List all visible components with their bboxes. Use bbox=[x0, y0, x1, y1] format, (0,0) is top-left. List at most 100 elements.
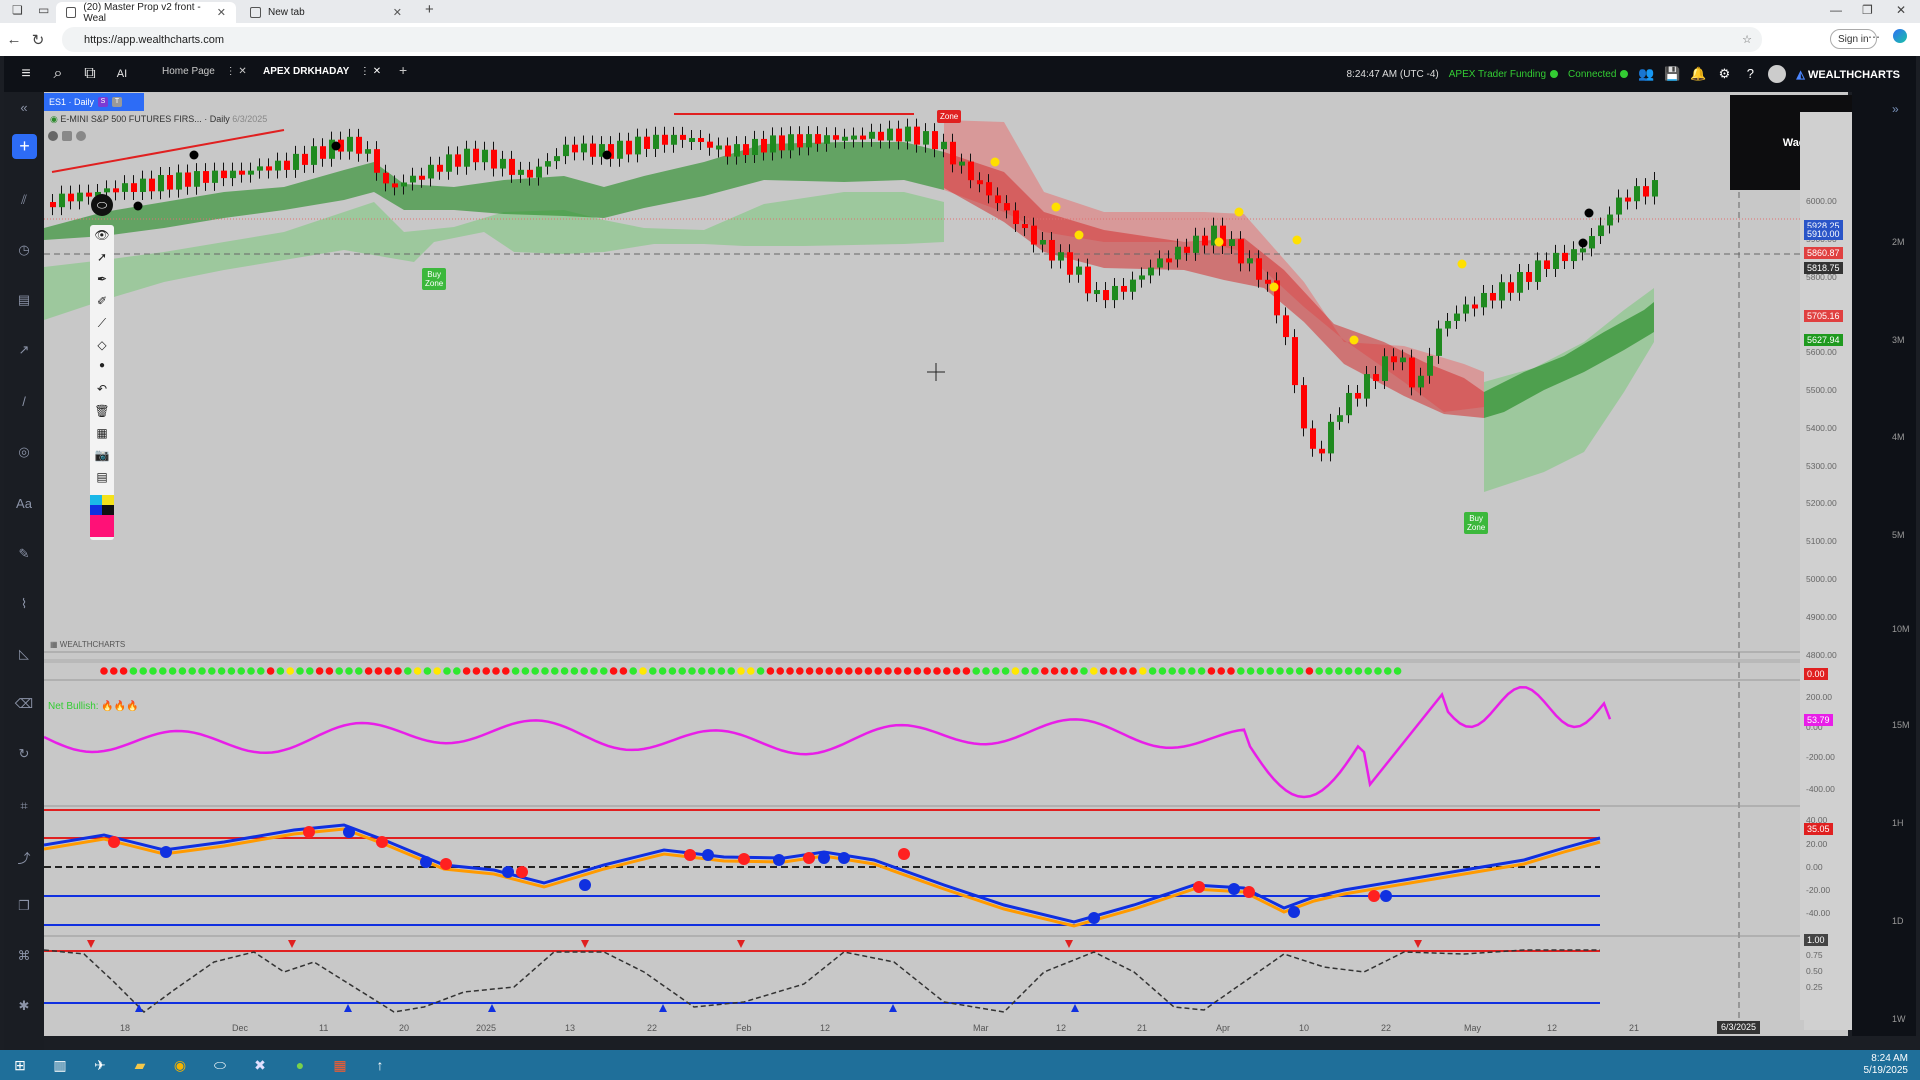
browser-tab-active[interactable]: (20) Master Prop v2 front - Weal ✕ bbox=[56, 2, 236, 24]
gear-icon[interactable]: ⚙ bbox=[1716, 66, 1732, 82]
eraser-tool-icon[interactable]: ◇ bbox=[90, 338, 114, 352]
tab-home-page[interactable]: Home Page ⋮ ✕ bbox=[162, 66, 247, 77]
pin-app-icon[interactable]: ⬭ bbox=[200, 1057, 240, 1074]
pencil-icon[interactable]: ✎ bbox=[4, 546, 44, 562]
reload-icon[interactable]: ↻ bbox=[26, 31, 50, 49]
tab-apex-drkhaday[interactable]: APEX DRKHADAY ⋮ ✕ bbox=[263, 66, 381, 77]
folder-icon[interactable]: ▰ bbox=[120, 1057, 160, 1074]
address-bar[interactable]: https://app.wealthcharts.com ☆ bbox=[62, 27, 1762, 52]
clock-icon[interactable]: ◷ bbox=[4, 242, 44, 258]
pen-icon[interactable]: ✒ bbox=[90, 272, 114, 286]
chart-canvas[interactable] bbox=[43, 92, 1848, 1036]
chart-expand-icon[interactable] bbox=[62, 131, 72, 141]
back-icon[interactable]: ← bbox=[2, 31, 26, 48]
ninja-app-icon[interactable]: ▦ bbox=[320, 1057, 360, 1074]
undo-icon[interactable]: ↶ bbox=[90, 382, 114, 396]
indicator-icon[interactable]: ⌗ bbox=[4, 798, 44, 814]
explorer-icon[interactable]: ▥ bbox=[40, 1057, 80, 1074]
maximize-icon[interactable]: ❐ bbox=[1862, 3, 1873, 17]
text-tool-icon[interactable]: Aa bbox=[4, 496, 44, 511]
chart-type-icon[interactable]: ⫽ bbox=[4, 192, 44, 208]
sync-icon[interactable]: ↻ bbox=[4, 746, 44, 762]
timeframe-tick[interactable]: 5M bbox=[1892, 530, 1905, 540]
search-icon[interactable]: ⌕ bbox=[42, 65, 74, 83]
expand-right-icon[interactable]: » bbox=[1892, 102, 1899, 116]
avatar[interactable] bbox=[1768, 65, 1787, 83]
save-icon[interactable]: 💾 bbox=[1664, 66, 1680, 82]
trend-icon[interactable]: ↗ bbox=[4, 342, 44, 358]
dot-icon[interactable]: ● bbox=[90, 360, 114, 371]
camera-icon[interactable]: 📷 bbox=[90, 448, 114, 462]
chart-visibility-icon[interactable] bbox=[76, 131, 86, 141]
calendar-icon[interactable]: ▤ bbox=[4, 292, 44, 308]
browser-tab-new[interactable]: New tab ✕ bbox=[240, 2, 412, 23]
eye-icon[interactable]: 👁 bbox=[90, 228, 114, 242]
notes-icon[interactable]: ▤ bbox=[90, 470, 114, 484]
measure-icon[interactable]: ◺ bbox=[4, 646, 44, 662]
timeframe-tick[interactable]: 1H bbox=[1892, 818, 1904, 828]
crossover-dot bbox=[1288, 906, 1300, 918]
line-tool-icon[interactable]: / bbox=[4, 394, 44, 409]
menu-icon[interactable]: ≡ bbox=[10, 65, 42, 83]
tab-actions-icon[interactable]: ▭ bbox=[38, 3, 49, 17]
price-tick: 5600.00 bbox=[1806, 347, 1837, 358]
drawing-tools-toggle[interactable]: ⬭ bbox=[91, 194, 113, 216]
collapse-panel-icon[interactable]: « bbox=[4, 100, 44, 115]
close-tab-icon[interactable]: ✕ bbox=[217, 6, 226, 19]
settings-small-icon[interactable]: ✱ bbox=[4, 998, 44, 1014]
timeframe-tick[interactable]: 1D bbox=[1892, 916, 1904, 926]
workspaces-icon[interactable]: ❏ bbox=[12, 3, 23, 17]
time-axis[interactable]: 18 Dec 11 20 2025 13 22 Feb 12 Mar 12 21 Apr 10 22 May 1… bbox=[44, 1020, 1804, 1036]
bell-icon[interactable]: 🔔 bbox=[1690, 66, 1706, 82]
timeframe-tick[interactable]: 15M bbox=[1892, 720, 1910, 730]
magnet-icon[interactable]: ⌘ bbox=[4, 948, 44, 964]
timeframe-tick[interactable]: 2M bbox=[1892, 237, 1905, 247]
browser-menu-icon[interactable]: ⋯ bbox=[1868, 30, 1880, 44]
connection-status[interactable]: Connected bbox=[1568, 69, 1629, 80]
badge-s[interactable]: S bbox=[98, 97, 109, 107]
price-axis[interactable]: 6000.005900.005800.005700.005600.005500.… bbox=[1800, 112, 1852, 1030]
chrome-icon[interactable]: ◉ bbox=[160, 1057, 200, 1074]
close-tab-icon[interactable]: ✕ bbox=[393, 6, 402, 19]
chart-settings-icon[interactable] bbox=[48, 131, 58, 141]
color-palette[interactable] bbox=[90, 495, 114, 541]
close-window-icon[interactable]: ✕ bbox=[1896, 3, 1906, 17]
bookmark-star-icon[interactable]: ☆ bbox=[1742, 33, 1752, 46]
cursor-icon[interactable]: ➚ bbox=[90, 250, 114, 264]
map-app-icon[interactable]: ● bbox=[280, 1057, 320, 1073]
trash-icon[interactable]: 🗑 bbox=[90, 404, 114, 418]
eraser-icon[interactable]: ⌫ bbox=[4, 696, 44, 712]
app-icon[interactable]: ✈ bbox=[80, 1057, 120, 1074]
system-clock[interactable]: 8:24 AM 5/19/2025 bbox=[1864, 1053, 1909, 1077]
strategy-icon[interactable]: ⤴ bbox=[4, 848, 44, 867]
timeframe-tick[interactable]: 10M bbox=[1892, 624, 1910, 634]
start-icon[interactable]: ⊞ bbox=[0, 1057, 40, 1074]
signal-dot bbox=[825, 667, 833, 675]
add-layout-tab-button[interactable]: + bbox=[399, 62, 407, 78]
add-button[interactable]: + bbox=[12, 134, 37, 159]
chart-area[interactable] bbox=[43, 92, 1848, 1036]
copilot-icon[interactable] bbox=[1893, 29, 1907, 43]
symbol-tab[interactable]: ES1 · Daily S T bbox=[44, 93, 144, 111]
broker-status[interactable]: APEX Trader Funding bbox=[1449, 69, 1559, 80]
candle bbox=[509, 158, 515, 175]
layers-icon[interactable]: ❐ bbox=[4, 898, 44, 914]
minimize-icon[interactable]: — bbox=[1830, 3, 1842, 17]
ai-icon[interactable]: AI bbox=[106, 68, 138, 80]
users-icon[interactable]: 👥 bbox=[1638, 66, 1654, 82]
layers-tool-icon[interactable]: ▦ bbox=[90, 426, 114, 440]
badge-t[interactable]: T bbox=[112, 97, 123, 107]
trading-app-icon[interactable]: ✖ bbox=[240, 1057, 280, 1074]
candle bbox=[779, 135, 785, 151]
line-icon[interactable]: ⟋ bbox=[90, 316, 114, 331]
timeframe-tick[interactable]: 1W bbox=[1892, 1014, 1906, 1024]
timeframe-tick[interactable]: 3M bbox=[1892, 335, 1905, 345]
shapes-icon[interactable]: ◎ bbox=[4, 444, 44, 460]
ruler-icon[interactable]: ⌇ bbox=[4, 596, 44, 612]
layouts-icon[interactable]: ⧉ bbox=[74, 65, 106, 83]
upload-app-icon[interactable]: ↑ bbox=[360, 1057, 400, 1073]
timeframe-tick[interactable]: 4M bbox=[1892, 432, 1905, 442]
new-tab-button[interactable]: + bbox=[425, 1, 434, 18]
help-icon[interactable]: ? bbox=[1742, 66, 1758, 82]
highlighter-icon[interactable]: ✐ bbox=[90, 294, 114, 308]
